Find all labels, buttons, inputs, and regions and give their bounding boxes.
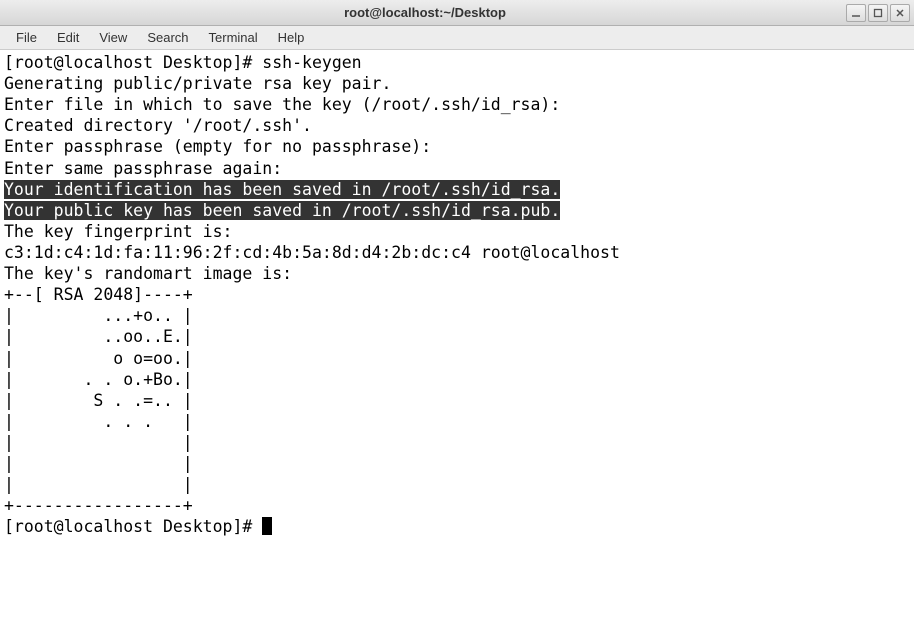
terminal-cursor xyxy=(262,517,272,535)
close-button[interactable] xyxy=(890,4,910,22)
terminal-prompt-line: [root@localhost Desktop]# xyxy=(4,516,910,537)
terminal-line: | . . o.+Bo.| xyxy=(4,369,910,390)
terminal-line: Enter passphrase (empty for no passphras… xyxy=(4,136,910,157)
terminal-line: | ..oo..E.| xyxy=(4,326,910,347)
menu-help[interactable]: Help xyxy=(268,27,315,48)
terminal-line: +-----------------+ xyxy=(4,495,910,516)
menu-view[interactable]: View xyxy=(89,27,137,48)
terminal-line: Enter file in which to save the key (/ro… xyxy=(4,94,910,115)
terminal-line-selected: Your identification has been saved in /r… xyxy=(4,179,910,200)
minimize-icon xyxy=(851,8,861,18)
terminal-line: [root@localhost Desktop]# ssh-keygen xyxy=(4,52,910,73)
menu-file[interactable]: File xyxy=(6,27,47,48)
terminal-line: Generating public/private rsa key pair. xyxy=(4,73,910,94)
terminal-prompt: [root@localhost Desktop]# xyxy=(4,517,262,536)
maximize-icon xyxy=(873,8,883,18)
terminal-line: The key's randomart image is: xyxy=(4,263,910,284)
close-icon xyxy=(895,8,905,18)
terminal-output[interactable]: [root@localhost Desktop]# ssh-keygenGene… xyxy=(0,50,914,637)
terminal-line: | | xyxy=(4,474,910,495)
window-controls xyxy=(846,4,910,22)
maximize-button[interactable] xyxy=(868,4,888,22)
window-titlebar: root@localhost:~/Desktop xyxy=(0,0,914,26)
terminal-line: The key fingerprint is: xyxy=(4,221,910,242)
terminal-line: Enter same passphrase again: xyxy=(4,158,910,179)
terminal-line: | S . .=.. | xyxy=(4,390,910,411)
terminal-line-selected: Your public key has been saved in /root/… xyxy=(4,200,910,221)
terminal-line: | | xyxy=(4,453,910,474)
menu-edit[interactable]: Edit xyxy=(47,27,89,48)
terminal-line: | ...+o.. | xyxy=(4,305,910,326)
terminal-line: c3:1d:c4:1d:fa:11:96:2f:cd:4b:5a:8d:d4:2… xyxy=(4,242,910,263)
menu-search[interactable]: Search xyxy=(137,27,198,48)
terminal-line: +--[ RSA 2048]----+ xyxy=(4,284,910,305)
terminal-line: Created directory '/root/.ssh'. xyxy=(4,115,910,136)
menubar: File Edit View Search Terminal Help xyxy=(0,26,914,50)
terminal-line: | . . . | xyxy=(4,411,910,432)
terminal-line: | | xyxy=(4,432,910,453)
minimize-button[interactable] xyxy=(846,4,866,22)
window-title: root@localhost:~/Desktop xyxy=(4,5,846,20)
terminal-line: | o o=oo.| xyxy=(4,348,910,369)
menu-terminal[interactable]: Terminal xyxy=(199,27,268,48)
